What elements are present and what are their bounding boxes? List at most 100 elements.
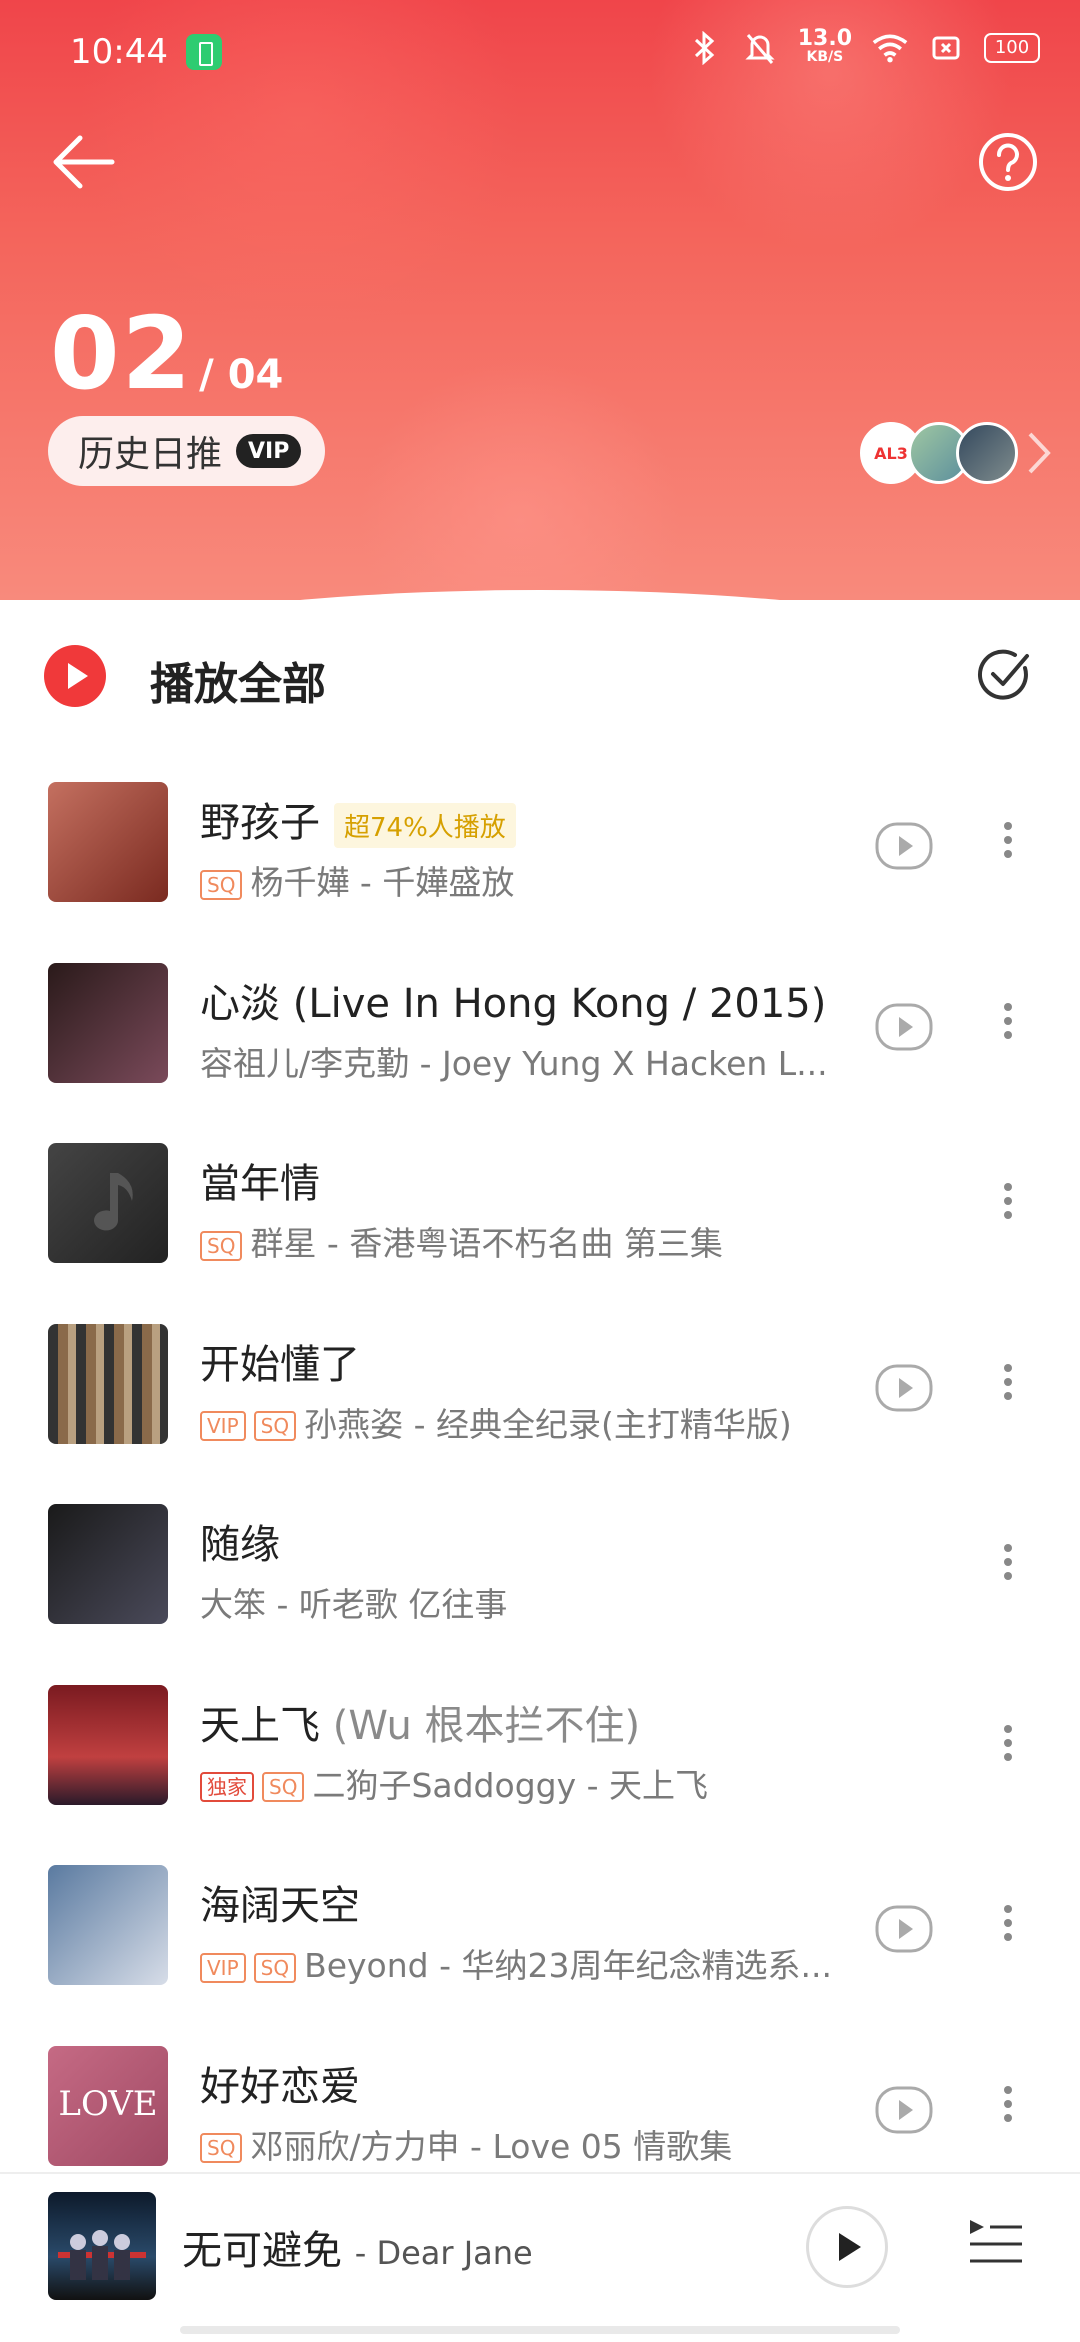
chevron-right-icon[interactable] [1024, 430, 1054, 476]
recommend-date: 02/ 04 [50, 295, 283, 412]
more-dot-icon [1004, 2099, 1012, 2108]
mv-button[interactable] [874, 1358, 934, 1418]
song-title: 心淡 (Live In Hong Kong / 2015) [200, 971, 826, 1029]
video-play-icon [875, 1905, 933, 1953]
history-recommend-button[interactable]: 历史日推 VIP [48, 416, 326, 486]
album-cover [48, 1323, 168, 1444]
more-dot-icon [1004, 1030, 1012, 1039]
more-options-button[interactable] [990, 997, 1026, 1057]
song-subtitle: SQ 邓丽欣/方力申 - Love 05 情歌集 [200, 2120, 732, 2168]
song-subtitle: VIP SQ 孙燕姿 - 经典全纪录(主打精华版) [200, 1398, 792, 1446]
check-circle-icon [977, 649, 1029, 700]
help-button[interactable] [978, 132, 1038, 192]
album-cover [48, 962, 168, 1083]
album-cover-text: LOVE [58, 2083, 158, 2124]
more-options-button[interactable] [990, 1538, 1026, 1598]
more-dot-icon [1004, 1752, 1012, 1761]
more-dot-icon [1004, 1197, 1012, 1205]
mv-button[interactable] [874, 816, 934, 876]
song-row[interactable]: 野孩子 超74%人播放 SQ 杨千嬅 - 千嬅盛放 [0, 760, 1080, 940]
song-title-text: 随缘 [200, 1522, 280, 1568]
more-dot-icon [1004, 822, 1012, 830]
album-cover [48, 1865, 168, 1985]
more-dot-icon [1004, 1738, 1012, 1747]
mini-player-song: 无可避免 [182, 2228, 342, 2274]
more-dot-icon [1004, 1905, 1012, 1913]
video-play-icon [875, 1364, 933, 1411]
album-cover: LOVE [48, 2045, 168, 2166]
song-row[interactable]: 海阔天空 VIP SQ Beyond - 华纳23周年纪念精选系... [0, 1843, 1080, 2023]
more-dot-icon [1004, 2085, 1012, 2094]
play-all-icon[interactable] [44, 645, 106, 707]
music-note-icon [94, 1173, 133, 1231]
more-dot-icon [1004, 850, 1012, 858]
quality-tag: VIP [200, 1411, 246, 1441]
avatar [956, 422, 1018, 484]
song-title: 當年情 [200, 1151, 320, 1209]
play-all-button[interactable]: 播放全部 [150, 648, 326, 712]
back-button[interactable] [50, 132, 120, 192]
more-dot-icon [1004, 1016, 1012, 1025]
mv-button[interactable] [874, 2080, 934, 2140]
more-options-button[interactable] [990, 816, 1026, 876]
more-options-button[interactable] [990, 1719, 1026, 1779]
wifi-icon [872, 30, 908, 66]
song-row[interactable]: 心淡 (Live In Hong Kong / 2015) 容祖儿/李克勤 - J… [0, 941, 1080, 1121]
bluetooth-icon [686, 30, 722, 66]
artist-album-text: 大笨 - 听老歌 亿往事 [200, 1585, 508, 1624]
more-options-button[interactable] [990, 1899, 1026, 1959]
song-title-text: 心淡 (Live In Hong Kong / 2015) [200, 980, 827, 1027]
song-row[interactable]: 當年情 SQ 群星 - 香港粤语不朽名曲 第三集 [0, 1121, 1080, 1301]
mini-player-cover[interactable] [48, 2192, 156, 2300]
more-dot-icon [1004, 1377, 1012, 1386]
song-title: 海阔天空 [200, 1873, 360, 1931]
more-options-button[interactable] [990, 1358, 1026, 1418]
quality-tag: SQ [200, 869, 243, 900]
song-title-text: 野孩子 [200, 800, 320, 846]
song-title: 开始懂了 [200, 1332, 360, 1390]
network-speed-value: 13.0 [797, 26, 852, 51]
artist-album-text: 二狗子Saddoggy - 天上飞 [312, 1765, 709, 1805]
quality-tag: SQ [262, 1772, 305, 1802]
mv-button[interactable] [874, 1899, 934, 1959]
playlist-button[interactable] [966, 2214, 1026, 2274]
mini-play-button[interactable] [806, 2206, 888, 2288]
song-row[interactable]: 随缘大笨 - 听老歌 亿往事 [0, 1482, 1080, 1662]
artist-album-text: 邓丽欣/方力申 - Love 05 情歌集 [250, 2126, 733, 2166]
more-dot-icon [1004, 1724, 1012, 1733]
song-title: 野孩子 超74%人播放 [200, 790, 516, 848]
song-row[interactable]: 天上飞 (Wu 根本拦不住) 独家 SQ 二狗子Saddoggy - 天上飞 [0, 1663, 1080, 1843]
friend-avatars[interactable]: AL3 [860, 422, 1018, 484]
mute-bell-icon [742, 30, 778, 66]
artist-album-text: Beyond - 华纳23周年纪念精选系... [304, 1946, 832, 1985]
album-cover [48, 1504, 168, 1624]
album-cover [48, 1143, 168, 1263]
mv-button[interactable] [874, 997, 934, 1057]
song-subtitle: 独家 SQ 二狗子Saddoggy - 天上飞 [200, 1759, 708, 1807]
song-title: 天上飞 (Wu 根本拦不住) [200, 1693, 640, 1751]
status-bar: 10:44 13.0 KB/S 100 [0, 0, 1080, 110]
artist-album-text: 容祖儿/李克勤 - Joey Yung X Hacken L... [200, 1043, 828, 1083]
artist-album-text: 杨千嬅 - 千嬅盛放 [250, 863, 515, 902]
mini-player-title[interactable]: 无可避免 - Dear Jane [182, 2218, 533, 2276]
date-day: 02 [50, 295, 194, 412]
quality-tag: SQ [200, 2133, 243, 2163]
song-title-text: 海阔天空 [200, 1883, 360, 1929]
song-title: 随缘 [200, 1512, 280, 1570]
artist-album-text: 孙燕姿 - 经典全纪录(主打精华版) [304, 1404, 792, 1444]
song-alias: (Wu 根本拦不住) [332, 1702, 641, 1749]
song-row[interactable]: 开始懂了 VIP SQ 孙燕姿 - 经典全纪录(主打精华版) [0, 1302, 1080, 1482]
multi-select-button[interactable] [975, 646, 1033, 704]
more-dot-icon [1004, 1363, 1012, 1372]
song-title-text: 當年情 [200, 1161, 320, 1207]
song-subtitle: 容祖儿/李克勤 - Joey Yung X Hacken L... [200, 1037, 828, 1085]
mini-player[interactable]: 无可避免 - Dear Jane [0, 2172, 1080, 2342]
artist-album-text: 群星 - 香港粤语不朽名曲 第三集 [250, 1224, 723, 1263]
more-dot-icon [1004, 1933, 1012, 1941]
more-options-button[interactable] [990, 2080, 1026, 2140]
notification-app-icon [186, 34, 222, 70]
album-cover [48, 1684, 168, 1805]
more-dot-icon [1004, 836, 1012, 844]
more-options-button[interactable] [990, 1177, 1026, 1237]
quality-tag: SQ [253, 1411, 297, 1441]
